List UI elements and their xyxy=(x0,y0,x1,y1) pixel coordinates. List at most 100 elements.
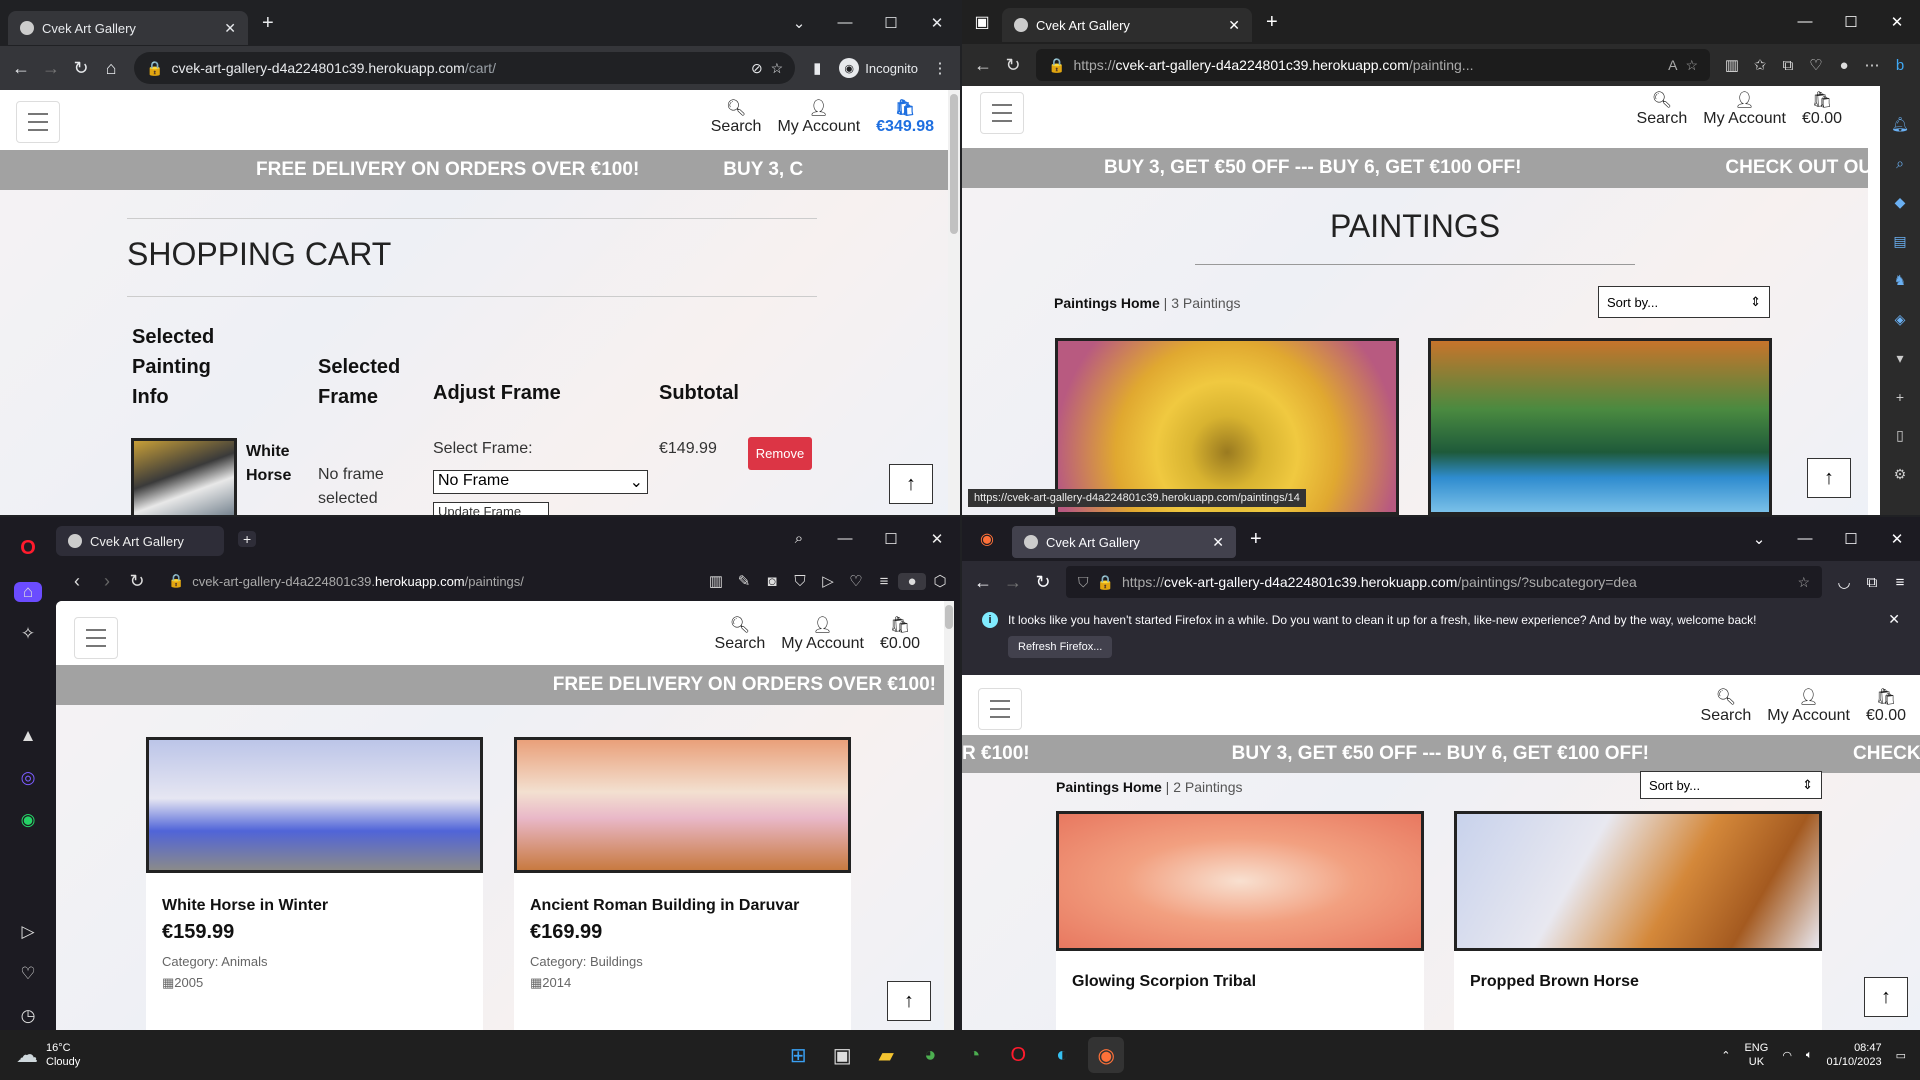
painting-card[interactable]: Ancient Roman Building in Daruvar €169.9… xyxy=(514,737,851,1030)
tag-icon[interactable]: ◆ xyxy=(1895,194,1906,211)
tab-actions-icon[interactable]: ▣ xyxy=(962,12,1002,32)
forward-icon[interactable]: → xyxy=(998,572,1028,593)
side-panel-icon[interactable]: ▮ xyxy=(803,59,831,77)
new-tab-icon[interactable]: + xyxy=(262,12,274,35)
tab-search-icon[interactable]: ⌄ xyxy=(776,14,822,32)
bag-link[interactable]: 🛍︎ €0.00 xyxy=(880,617,920,653)
back-icon[interactable]: ← xyxy=(6,58,36,79)
address-bar[interactable]: 🔒 https://cvek-art-gallery-d4a224801c39.… xyxy=(1036,49,1710,81)
home-icon[interactable]: ⌂ xyxy=(14,582,42,602)
add-icon[interactable]: + xyxy=(1896,389,1904,405)
scrollbar[interactable] xyxy=(948,90,960,515)
forward-icon[interactable]: → xyxy=(36,58,66,79)
task-view-icon[interactable]: ▣ xyxy=(824,1037,860,1073)
reload-icon[interactable]: ↻ xyxy=(1028,572,1058,593)
close-tab-icon[interactable]: ✕ xyxy=(1228,17,1240,34)
minimize-icon[interactable]: — xyxy=(1782,13,1828,31)
my-account-link[interactable]: 👤︎ My Account xyxy=(1703,92,1786,128)
my-account-link[interactable]: 👤︎ My Account xyxy=(1767,689,1850,725)
bookmark-star-icon[interactable]: ☆ xyxy=(771,60,784,77)
start-windows-icon[interactable]: ⊞ xyxy=(780,1037,816,1073)
refresh-firefox-button[interactable]: Refresh Firefox... xyxy=(1008,636,1113,658)
frame-select[interactable]: No Frame ⌄ xyxy=(433,470,648,494)
opera-logo-icon[interactable]: O xyxy=(20,537,36,560)
new-tab-icon[interactable]: + xyxy=(1266,11,1278,34)
remove-button[interactable]: Remove xyxy=(748,437,812,470)
camera-icon[interactable]: ◙ xyxy=(758,573,786,590)
painting-thumbnail[interactable] xyxy=(146,737,483,873)
painting-card[interactable]: Glowing Scorpion Tribal xyxy=(1056,811,1424,1030)
address-bar[interactable]: 🔒 cvek-art-gallery-d4a224801c39.herokuap… xyxy=(134,52,796,84)
pocket-icon[interactable]: ◡ xyxy=(1830,573,1858,591)
profile-icon[interactable]: ● xyxy=(1830,57,1858,74)
close-window-icon[interactable]: ✕ xyxy=(1874,530,1920,548)
chess-icon[interactable]: ♞ xyxy=(1894,272,1907,289)
maximize-icon[interactable]: ☐ xyxy=(868,14,914,32)
back-to-top-button[interactable]: ↑ xyxy=(1864,977,1908,1017)
collections-icon[interactable]: ⧉ xyxy=(1774,57,1802,74)
list-tabs-icon[interactable]: ⌄ xyxy=(1736,530,1782,548)
chrome-incognito-icon[interactable]: ◔ xyxy=(956,1037,992,1073)
hamburger-menu-button[interactable] xyxy=(978,688,1022,730)
menu-lines-icon[interactable]: ≡ xyxy=(1886,574,1914,591)
tab-cvek-art-gallery[interactable]: Cvek Art Gallery ✕ xyxy=(1012,526,1236,558)
read-aloud-icon[interactable]: A xyxy=(1668,57,1677,73)
player-icon[interactable]: ▷ xyxy=(21,922,34,942)
forward-icon[interactable]: › xyxy=(92,571,122,592)
bag-link[interactable]: 🛍︎ €0.00 xyxy=(1802,92,1842,128)
search-link[interactable]: 🔍︎ Search xyxy=(1701,689,1752,725)
painting-card[interactable]: White Horse in Winter €159.99 Category: … xyxy=(146,737,483,1030)
notifications-icon[interactable]: ▭ xyxy=(1896,1049,1906,1062)
close-window-icon[interactable]: ✕ xyxy=(914,530,960,548)
my-account-link[interactable]: 👤︎ My Account xyxy=(777,100,860,136)
chrome-icon[interactable]: ◕ xyxy=(912,1037,948,1073)
messenger-icon[interactable]: ◎ xyxy=(21,768,36,788)
shield-icon[interactable]: ⛉ xyxy=(1078,574,1089,591)
heart-icon[interactable]: ♡ xyxy=(20,964,35,984)
menu-dots-icon[interactable]: ⋯ xyxy=(1858,56,1886,74)
painting-thumbnail[interactable] xyxy=(1454,811,1822,951)
clock[interactable]: 08:47 01/10/2023 xyxy=(1827,1041,1882,1069)
whatsapp-icon[interactable]: ◉ xyxy=(21,810,36,830)
incognito-badge[interactable]: ◉ Incognito xyxy=(839,58,918,78)
speed-dial-icon[interactable]: ✧ xyxy=(21,624,35,644)
minimize-icon[interactable]: — xyxy=(822,14,868,32)
close-window-icon[interactable]: ✕ xyxy=(1874,13,1920,31)
minimize-icon[interactable]: — xyxy=(822,530,868,548)
hamburger-menu-button[interactable] xyxy=(980,92,1024,134)
maximize-icon[interactable]: ☐ xyxy=(1828,13,1874,31)
bookmark-star-icon[interactable]: ☆ xyxy=(1797,574,1810,591)
menu-lines-icon[interactable]: ≡ xyxy=(870,573,898,590)
new-tab-icon[interactable]: + xyxy=(238,531,257,547)
favorite-star-icon[interactable]: ☆ xyxy=(1685,57,1698,74)
sort-select[interactable]: Sort by... ⇕ xyxy=(1640,771,1822,799)
search-tabs-icon[interactable]: ⌕ xyxy=(776,530,822,548)
card-title[interactable]: Glowing Scorpion Tribal xyxy=(1072,973,1408,991)
address-bar[interactable]: ⛉ 🔒 https://cvek-art-gallery-d4a224801c3… xyxy=(1066,566,1822,598)
cart-item-thumbnail[interactable] xyxy=(131,438,237,515)
back-to-top-button[interactable]: ↑ xyxy=(1807,458,1851,498)
scrollbar[interactable] xyxy=(944,601,954,1030)
back-to-top-button[interactable]: ↑ xyxy=(889,464,933,504)
close-tab-icon[interactable]: ✕ xyxy=(1212,534,1224,551)
wifi-icon[interactable]: ◠ xyxy=(1782,1049,1792,1062)
extensions-icon[interactable]: ⧉ xyxy=(1858,574,1886,591)
file-explorer-icon[interactable]: ▰ xyxy=(868,1037,904,1073)
minimize-icon[interactable]: — xyxy=(1782,530,1828,548)
search-link[interactable]: 🔍︎ Search xyxy=(1637,92,1688,128)
tab-cvek-art-gallery[interactable]: Cvek Art Gallery ✕ xyxy=(8,11,248,45)
sidebar-toggle-icon[interactable]: ▯ xyxy=(1896,427,1904,444)
search-link[interactable]: 🔍︎ Search xyxy=(711,100,762,136)
card-title[interactable]: Ancient Roman Building in Daruvar xyxy=(530,897,835,915)
edge-icon[interactable]: ◐ xyxy=(1044,1037,1080,1073)
favorites-icon[interactable]: ✩ xyxy=(1746,56,1774,74)
maximize-icon[interactable]: ☐ xyxy=(868,530,914,548)
back-icon[interactable]: ‹ xyxy=(62,571,92,592)
settings-icon[interactable]: ⚙ xyxy=(1894,466,1907,483)
paintings-home-link[interactable]: Paintings Home xyxy=(1054,295,1160,311)
hamburger-menu-button[interactable] xyxy=(16,101,60,143)
close-notification-icon[interactable]: ✕ xyxy=(1888,611,1900,628)
reload-icon[interactable]: ↻ xyxy=(66,58,96,79)
chevron-down-icon[interactable]: ▾ xyxy=(1896,350,1903,367)
aria-icon[interactable]: ▲ xyxy=(20,726,37,746)
